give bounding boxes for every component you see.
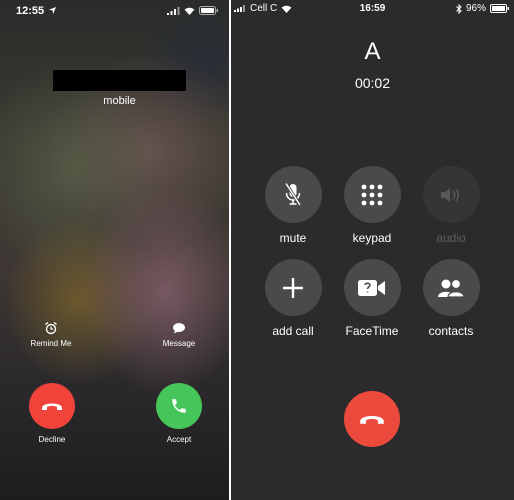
battery-icon	[490, 4, 509, 13]
status-bar: 12:55	[0, 0, 229, 22]
keypad-icon	[361, 184, 383, 205]
facetime-button[interactable]	[343, 259, 401, 316]
location-arrow-icon	[49, 7, 57, 14]
contact-name: A	[364, 38, 381, 65]
decline-label: Decline	[38, 435, 66, 444]
facetime-label: FaceTime	[345, 324, 399, 338]
audio-label: audio	[436, 231, 466, 245]
keypad-label: keypad	[352, 231, 392, 245]
add-call-control[interactable]: add call	[263, 259, 323, 338]
mute-button[interactable]	[264, 166, 322, 223]
caller-number-type: mobile	[103, 95, 136, 107]
call-duration: 00:02	[354, 75, 391, 91]
bluetooth-icon	[456, 3, 462, 14]
mute-label: mute	[279, 231, 307, 245]
status-bar: Cell C 16:59 96%	[231, 0, 514, 16]
end-call-button[interactable]	[344, 391, 400, 447]
decline-button[interactable]	[29, 383, 75, 429]
keypad-control[interactable]: keypad	[342, 166, 402, 245]
signal-icon	[167, 6, 180, 15]
battery-percent: 96%	[465, 3, 486, 14]
alarm-clock-icon	[45, 321, 57, 335]
remind-me-button[interactable]: Remind Me	[21, 321, 81, 348]
in-call-screen: Cell C 16:59 96% A 00:02 mute keypad aud…	[231, 0, 514, 500]
accept-button[interactable]	[156, 383, 202, 429]
status-time: 12:55	[16, 5, 45, 17]
contacts-control[interactable]: contacts	[421, 259, 481, 338]
hang-up-icon	[360, 416, 384, 424]
message-bubble-icon	[173, 323, 185, 334]
battery-icon	[199, 6, 218, 15]
message-button[interactable]: Message	[149, 321, 209, 348]
incoming-call-screen: 12:55 mobile Remind Me Message Decline A…	[0, 0, 229, 500]
audio-button[interactable]	[422, 166, 480, 223]
message-label: Message	[162, 339, 196, 348]
facetime-icon	[358, 279, 385, 296]
plus-icon	[283, 277, 303, 298]
accept-label: Accept	[166, 435, 192, 444]
wifi-icon	[184, 7, 195, 15]
facetime-control[interactable]: FaceTime	[342, 259, 402, 338]
caller-name-redacted	[53, 70, 186, 91]
speaker-icon	[441, 187, 459, 202]
contacts-icon	[438, 278, 465, 298]
add-call-button[interactable]	[264, 259, 322, 316]
mic-slash-icon	[284, 182, 302, 206]
remind-me-label: Remind Me	[30, 339, 72, 348]
audio-control[interactable]: audio	[421, 166, 481, 245]
contacts-label: contacts	[428, 324, 474, 338]
keypad-button[interactable]	[343, 166, 401, 223]
mute-control[interactable]: mute	[263, 166, 323, 245]
phone-icon	[172, 399, 186, 413]
contacts-button[interactable]	[422, 259, 480, 316]
add-call-label: add call	[272, 324, 314, 338]
hang-up-icon	[42, 403, 62, 410]
